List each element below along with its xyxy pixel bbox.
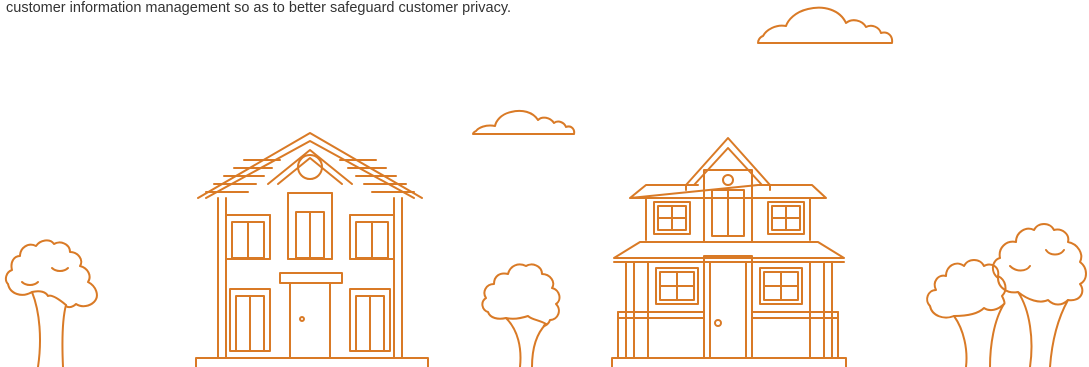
tree-icon-center (481, 263, 561, 367)
tree-icon-right-large (992, 223, 1087, 367)
house-icon-right (611, 137, 847, 367)
privacy-illustration-section: customer information management so as to… (0, 0, 1089, 367)
neighborhood-illustration (4, 6, 1087, 367)
tree-icon-right-small (926, 259, 1007, 367)
tree-icon-left (4, 239, 98, 367)
house-icon-left (195, 132, 429, 367)
cloud-icon-right (757, 6, 894, 44)
cloud-icon-middle (472, 109, 576, 135)
